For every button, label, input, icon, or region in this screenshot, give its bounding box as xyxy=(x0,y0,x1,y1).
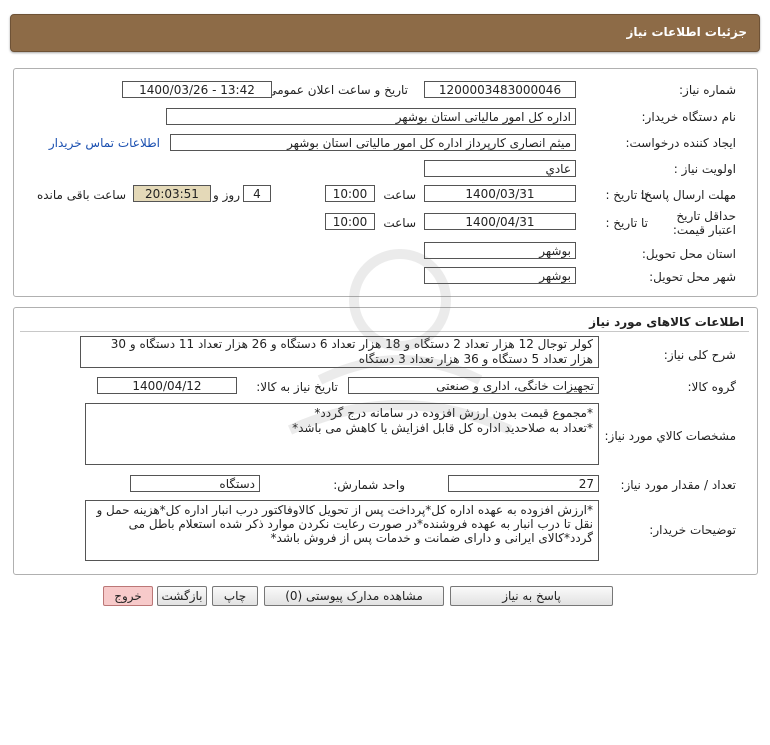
need-date-field: 1400/04/12 xyxy=(97,377,237,394)
announce-field: 1400/03/26 - 13:42 xyxy=(122,81,272,98)
validity-time-field: 10:00 xyxy=(325,213,375,230)
validity-time-label: ساعت xyxy=(383,216,416,230)
need-date-label: تاریخ نیاز به کالا: xyxy=(256,380,338,394)
need-info-panel xyxy=(13,68,758,297)
priority-field: عادي xyxy=(424,160,576,177)
reply-button[interactable]: پاسخ به نیاز xyxy=(450,586,613,606)
notes-field: *ارزش افزوده به عهده اداره کل*پرداخت پس … xyxy=(85,500,599,561)
group-label: گروه کالا: xyxy=(687,380,737,394)
back-button[interactable]: بازگشت xyxy=(157,586,207,606)
priority-label: اولویت نیاز : xyxy=(673,162,736,176)
desc-label: شرح کلی نیاز: xyxy=(663,348,736,362)
city-label: شهر محل تحویل: xyxy=(649,270,736,284)
need-number-label: شماره نیاز: xyxy=(679,83,736,97)
province-field: بوشهر xyxy=(424,242,576,259)
buyer-contact-link[interactable]: اطلاعات تماس خریدار xyxy=(49,136,160,150)
buyer-field: اداره کل امور مالیاتی استان بوشهر xyxy=(166,108,576,125)
validity-to-date-label: تا تاریخ : xyxy=(605,216,648,230)
announce-label: تاریخ و ساعت اعلان عمومی: xyxy=(263,83,408,97)
deadline-to-date-label: تا تاریخ : xyxy=(605,188,648,202)
days-label: روز و xyxy=(213,188,240,202)
group-field: تجهیزات خانگی، اداری و صنعتی xyxy=(348,377,599,394)
spec-field: *مجموع قیمت بدون ارزش افزوده در سامانه د… xyxy=(85,403,599,465)
goods-section-divider xyxy=(20,331,749,332)
time-remaining-label: ساعت باقی مانده xyxy=(36,188,126,202)
goods-section-title: اطلاعات کالاهای مورد نیاز xyxy=(589,315,744,329)
buyer-label: نام دستگاه خریدار: xyxy=(641,110,737,124)
notes-label: توضیحات خریدار: xyxy=(649,523,736,537)
spec-line-2: *تعداد به صلاحدید اداره کل قابل افزایش ی… xyxy=(292,421,593,435)
attachments-button[interactable]: مشاهده مدارک پیوستی (0) xyxy=(264,586,444,606)
deadline-label: مهلت ارسال پاسخ: xyxy=(640,188,736,202)
print-button[interactable]: چاپ xyxy=(212,586,258,606)
deadline-date-field: 1400/03/31 xyxy=(424,185,576,202)
page-title: جزئیات اطلاعات نیاز xyxy=(626,25,747,39)
unit-label: واحد شمارش: xyxy=(333,478,405,492)
validity-label: حداقل تاریخ اعتبار قیمت: xyxy=(672,209,736,237)
days-remaining-field: 4 xyxy=(243,185,271,202)
spec-label: مشخصات کالاي مورد نیاز: xyxy=(604,429,736,443)
need-number-field: 1200003483000046 xyxy=(424,81,576,98)
exit-button[interactable]: خروج xyxy=(103,586,153,606)
deadline-time-field: 10:00 xyxy=(325,185,375,202)
qty-label: تعداد / مقدار مورد نیاز: xyxy=(620,478,736,492)
desc-field: کولر توجال 12 هزار تعداد 2 دستگاه و 18 ه… xyxy=(80,336,599,368)
deadline-time-label: ساعت xyxy=(383,188,416,202)
validity-date-field: 1400/04/31 xyxy=(424,213,576,230)
creator-label: ایجاد کننده درخواست: xyxy=(625,136,736,150)
spec-line-1: *مجموع قیمت بدون ارزش افزوده در سامانه د… xyxy=(314,406,593,420)
city-field: بوشهر xyxy=(424,267,576,284)
qty-field: 27 xyxy=(448,475,599,492)
time-remaining-field: 20:03:51 xyxy=(133,185,211,202)
unit-field: دستگاه xyxy=(130,475,260,492)
creator-field: میثم انصاری کارپرداز اداره کل امور مالیا… xyxy=(170,134,576,151)
page-header: جزئیات اطلاعات نیاز xyxy=(10,14,760,52)
province-label: استان محل تحویل: xyxy=(641,247,736,261)
